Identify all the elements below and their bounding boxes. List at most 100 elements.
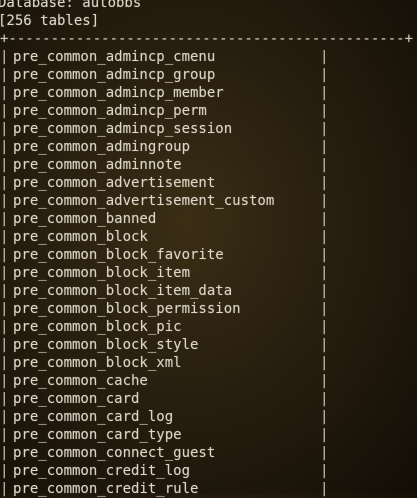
row-left-border: | bbox=[0, 49, 9, 65]
table-name: pre_common_credit_log bbox=[13, 463, 191, 479]
row-right-border: | bbox=[320, 139, 329, 155]
row-right-border: | bbox=[320, 175, 329, 191]
row-left-border: | bbox=[0, 445, 9, 461]
row-right-border: | bbox=[320, 373, 329, 389]
table-row: | pre_common_block | bbox=[0, 228, 417, 246]
row-right-border: | bbox=[320, 229, 329, 245]
row-left-border: | bbox=[0, 103, 9, 119]
database-line: Database: autobbs bbox=[0, 0, 142, 11]
row-left-border: | bbox=[0, 121, 9, 137]
row-left-border: | bbox=[0, 229, 9, 245]
row-right-border: | bbox=[320, 211, 329, 227]
table-name: pre_common_advertisement bbox=[13, 175, 216, 191]
row-right-border: | bbox=[320, 301, 329, 317]
row-left-border: | bbox=[0, 265, 9, 281]
row-right-border: | bbox=[320, 445, 329, 461]
row-right-border: | bbox=[320, 247, 329, 263]
table-row: | pre_common_block_favorite | bbox=[0, 246, 417, 264]
row-left-border: | bbox=[0, 157, 9, 173]
terminal-window[interactable]: Database: autobbs [256 tables] +--------… bbox=[0, 0, 417, 497]
table-row: | pre_common_cache | bbox=[0, 372, 417, 390]
table-row: | pre_common_admincp_perm | bbox=[0, 102, 417, 120]
table-row: | pre_common_card_log | bbox=[0, 408, 417, 426]
table-row: | pre_common_admincp_member | bbox=[0, 84, 417, 102]
row-left-border: | bbox=[0, 211, 9, 227]
table-row: | pre_common_advertisement | bbox=[0, 174, 417, 192]
row-right-border: | bbox=[320, 283, 329, 299]
table-name: pre_common_admingroup bbox=[13, 139, 191, 155]
row-right-border: | bbox=[320, 265, 329, 281]
table-name: pre_common_block_item bbox=[13, 265, 191, 281]
row-left-border: | bbox=[0, 355, 9, 371]
table-name: pre_common_card_type bbox=[13, 427, 182, 443]
table-name: pre_common_banned bbox=[13, 211, 157, 227]
table-row: | pre_common_card | bbox=[0, 390, 417, 408]
table-name: pre_common_block_pic bbox=[13, 319, 182, 335]
table-row: | pre_common_adminnote | bbox=[0, 156, 417, 174]
row-right-border: | bbox=[320, 121, 329, 137]
row-right-border: | bbox=[320, 463, 329, 479]
table-name: pre_common_connect_guest bbox=[13, 445, 216, 461]
table-row: | pre_common_credit_rule | bbox=[0, 480, 417, 498]
table-row: | pre_common_block_item_data | bbox=[0, 282, 417, 300]
table-name: pre_common_adminnote bbox=[13, 157, 182, 173]
table-row: | pre_common_connect_guest | bbox=[0, 444, 417, 462]
row-left-border: | bbox=[0, 67, 9, 83]
table-row: | pre_common_block_permission | bbox=[0, 300, 417, 318]
table-row: | pre_common_card_type | bbox=[0, 426, 417, 444]
row-right-border: | bbox=[320, 481, 329, 497]
table-name: pre_common_admincp_member bbox=[13, 85, 224, 101]
row-left-border: | bbox=[0, 319, 9, 335]
table-row: | pre_common_admincp_session | bbox=[0, 120, 417, 138]
table-name: pre_common_block_style bbox=[13, 337, 199, 353]
row-right-border: | bbox=[320, 391, 329, 407]
row-right-border: | bbox=[320, 355, 329, 371]
table-name: pre_common_admincp_group bbox=[13, 67, 216, 83]
row-right-border: | bbox=[320, 319, 329, 335]
table-name: pre_common_block bbox=[13, 229, 148, 245]
row-left-border: | bbox=[0, 463, 9, 479]
row-right-border: | bbox=[320, 193, 329, 209]
row-left-border: | bbox=[0, 193, 9, 209]
row-left-border: | bbox=[0, 427, 9, 443]
row-left-border: | bbox=[0, 139, 9, 155]
table-name: pre_common_block_item_data bbox=[13, 283, 233, 299]
row-right-border: | bbox=[320, 337, 329, 353]
table-top-border: +---------------------------------------… bbox=[0, 31, 414, 47]
table-name: pre_common_admincp_session bbox=[13, 121, 233, 137]
table-row: | pre_common_advertisement_custom | bbox=[0, 192, 417, 210]
row-left-border: | bbox=[0, 85, 9, 101]
table-row: | pre_common_credit_log | bbox=[0, 462, 417, 480]
table-row: | pre_common_block_xml | bbox=[0, 354, 417, 372]
table-name: pre_common_cache bbox=[13, 373, 148, 389]
table-name: pre_common_advertisement_custom bbox=[13, 193, 275, 209]
table-row: | pre_common_admincp_group | bbox=[0, 66, 417, 84]
row-right-border: | bbox=[320, 49, 329, 65]
row-right-border: | bbox=[320, 103, 329, 119]
row-left-border: | bbox=[0, 175, 9, 191]
row-right-border: | bbox=[320, 67, 329, 83]
row-left-border: | bbox=[0, 247, 9, 263]
row-right-border: | bbox=[320, 409, 329, 425]
table-name: pre_common_card_log bbox=[13, 409, 174, 425]
table-row: | pre_common_banned | bbox=[0, 210, 417, 228]
table-name: pre_common_block_permission bbox=[13, 301, 241, 317]
row-left-border: | bbox=[0, 373, 9, 389]
row-left-border: | bbox=[0, 283, 9, 299]
row-left-border: | bbox=[0, 481, 9, 497]
row-right-border: | bbox=[320, 85, 329, 101]
table-name: pre_common_admincp_perm bbox=[13, 103, 207, 119]
row-left-border: | bbox=[0, 391, 9, 407]
row-right-border: | bbox=[320, 157, 329, 173]
table-name: pre_common_credit_rule bbox=[13, 481, 199, 497]
table-row: | pre_common_admingroup | bbox=[0, 138, 417, 156]
table-row: | pre_common_block_pic | bbox=[0, 318, 417, 336]
row-left-border: | bbox=[0, 409, 9, 425]
table-row: | pre_common_block_style | bbox=[0, 336, 417, 354]
row-right-border: | bbox=[320, 427, 329, 443]
table-name: pre_common_card bbox=[13, 391, 140, 407]
table-row: | pre_common_admincp_cmenu | bbox=[0, 48, 417, 66]
table-count-line: [256 tables] bbox=[0, 13, 100, 29]
table-name: pre_common_block_xml bbox=[13, 355, 182, 371]
table-name: pre_common_admincp_cmenu bbox=[13, 49, 216, 65]
